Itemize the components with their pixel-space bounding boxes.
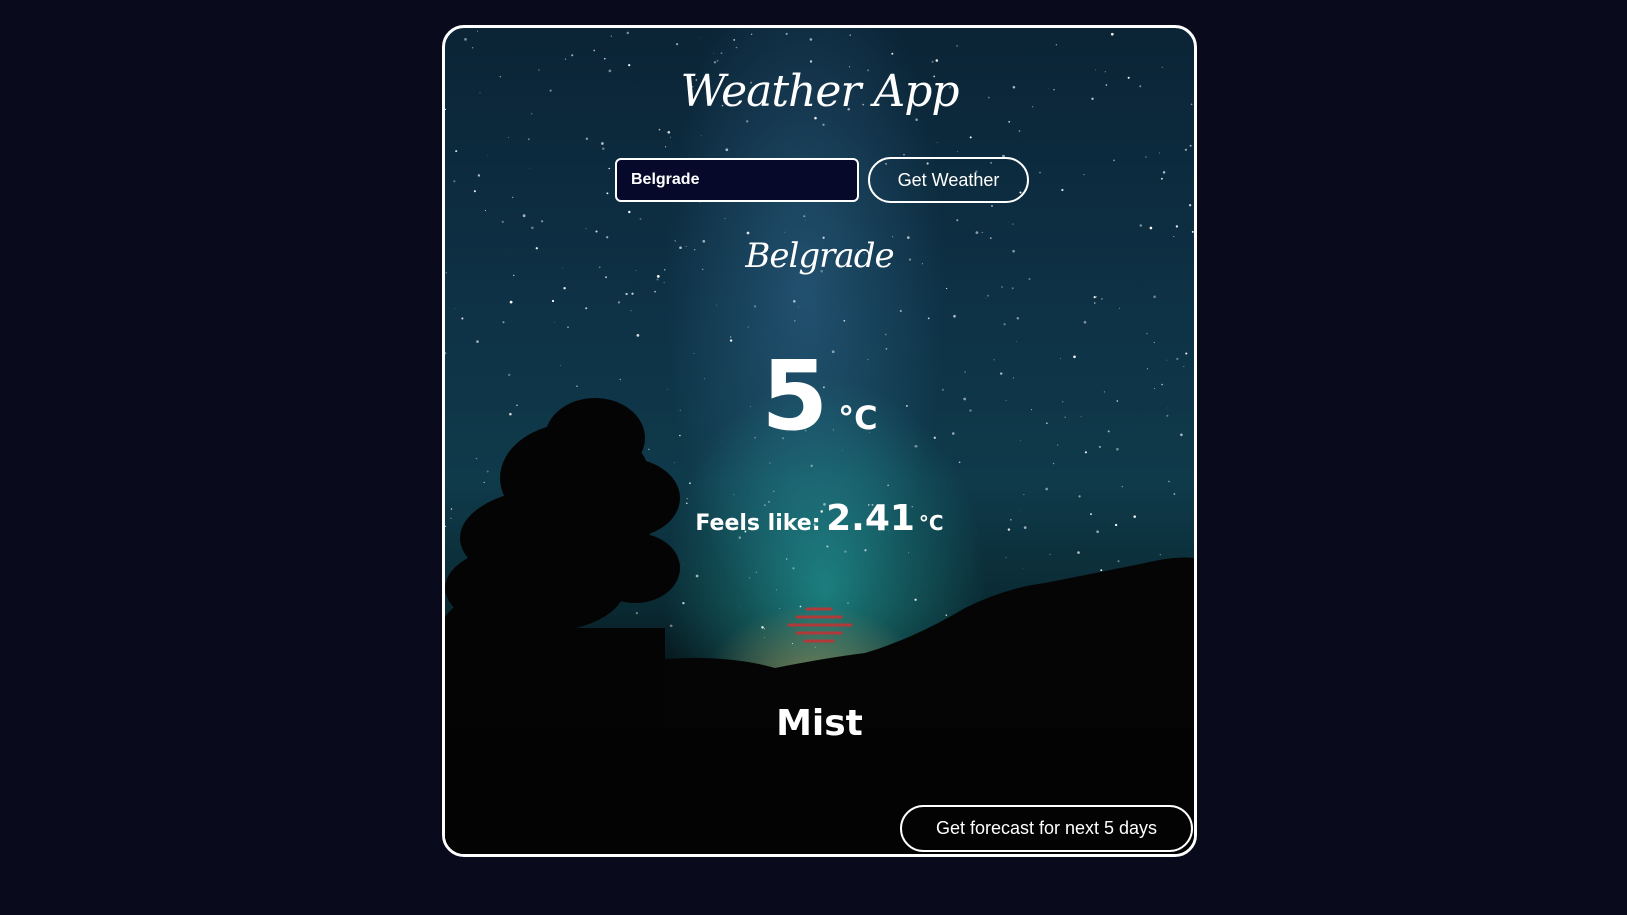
weather-description: Mist (776, 703, 863, 744)
temperature-value: 5 (761, 340, 829, 452)
feels-like-display: Feels like: 2.41 °C (445, 498, 1194, 539)
temperature-display: 5 °C (445, 348, 1194, 444)
temperature-unit: °C (838, 399, 878, 437)
city-name: Belgrade (745, 236, 894, 276)
app-title: Weather App (680, 66, 959, 117)
feels-like-label: Feels like: (695, 511, 821, 536)
weather-card: Weather App Get Weather Belgrade 5°C Fee… (442, 25, 1197, 857)
feels-like-unit: °C (918, 511, 944, 535)
forecast-5-days-button[interactable]: Get forecast for next 5 days (900, 805, 1193, 852)
get-weather-button[interactable]: Get Weather (868, 157, 1029, 203)
city-search-input[interactable] (615, 158, 859, 202)
feels-like-value: 2.41 (826, 498, 915, 539)
mist-icon (787, 607, 853, 643)
